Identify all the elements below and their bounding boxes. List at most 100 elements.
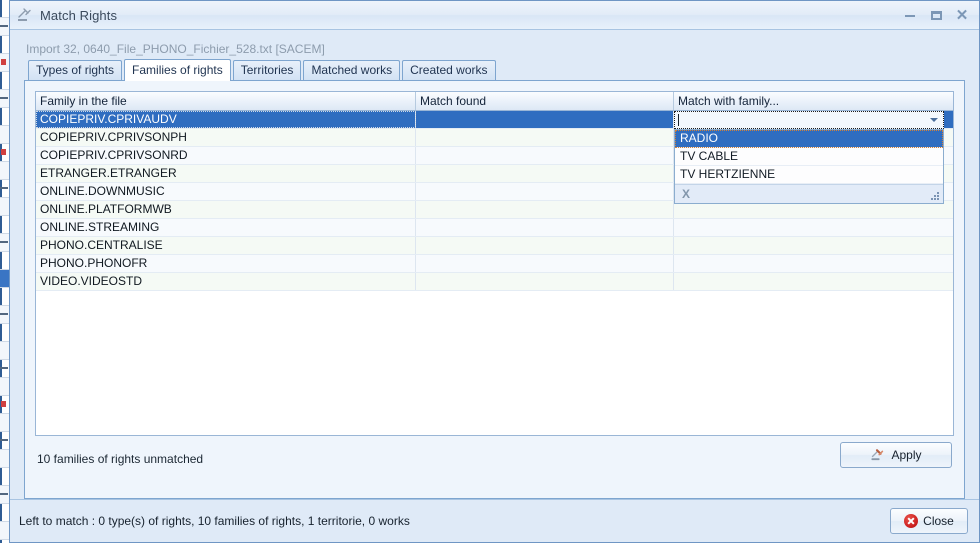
close-button-label: Close — [923, 514, 954, 528]
cell-family: ETRANGER.ETRANGER — [36, 165, 416, 182]
cell-match-found — [416, 219, 674, 236]
maximize-icon — [930, 11, 942, 20]
background-window-row — [0, 288, 9, 306]
background-window-row — [0, 144, 9, 162]
background-window-row — [0, 90, 9, 108]
combobox-dropdown: RADIO TV CABLE TV HERTZIENNE X — [674, 129, 944, 204]
match-rights-window: Match Rights ✕ Import 32, 0640_File_PHON… — [9, 0, 980, 543]
cell-match-found — [416, 273, 674, 290]
cell-match-found — [416, 237, 674, 254]
close-icon: ✕ — [955, 7, 969, 24]
cell-match-found — [416, 201, 674, 218]
background-window-row — [0, 414, 9, 432]
background-window-row — [0, 450, 9, 468]
background-window-row — [0, 486, 9, 504]
apply-button-label: Apply — [891, 448, 922, 462]
resize-grip-icon[interactable] — [929, 190, 939, 200]
cell-match-with-family[interactable] — [674, 273, 953, 290]
background-window-row — [0, 126, 9, 144]
tab-matched-works[interactable]: Matched works — [303, 60, 401, 80]
cell-match-found — [416, 255, 674, 272]
column-header-match-found[interactable]: Match found — [416, 92, 674, 110]
dropdown-option-tv-cable[interactable]: TV CABLE — [675, 148, 943, 166]
cell-family: COPIEPRIV.CPRIVSONRD — [36, 147, 416, 164]
background-window-row — [0, 36, 9, 54]
close-circle-icon — [904, 514, 919, 528]
column-header-family-in-the-file[interactable]: Family in the file — [36, 92, 416, 110]
minimize-icon — [905, 14, 915, 17]
table-row[interactable]: ONLINE.STREAMING — [36, 219, 953, 237]
tab-page-footer: 10 families of rights unmatched Apply — [35, 436, 954, 488]
cell-match-with-family[interactable] — [674, 219, 953, 236]
families-grid: Family in the file Match found Match wit… — [35, 91, 954, 436]
background-window-row — [0, 108, 9, 126]
background-window-row — [0, 432, 9, 450]
maximize-button[interactable] — [923, 5, 949, 27]
title-bar: Match Rights ✕ — [10, 1, 979, 30]
tab-created-works[interactable]: Created works — [402, 60, 496, 80]
background-window-row — [0, 162, 9, 180]
clear-selection-button[interactable]: X — [682, 187, 690, 201]
tab-types-of-rights[interactable]: Types of rights — [28, 60, 123, 80]
background-window-row — [0, 306, 9, 324]
tab-strip: Types of rights Families of rights Terri… — [28, 59, 979, 81]
cell-family: COPIEPRIV.CPRIVSONPH — [36, 129, 416, 146]
table-row[interactable]: VIDEO.VIDEOSTD — [36, 273, 953, 291]
cell-match-with-family[interactable] — [674, 255, 953, 272]
dropdown-footer: X — [675, 184, 943, 203]
cell-match-found — [416, 111, 674, 128]
cell-match-found — [416, 183, 674, 200]
window-controls: ✕ — [897, 1, 975, 30]
cell-family: VIDEO.VIDEOSTD — [36, 273, 416, 290]
cell-family: PHONO.PHONOFR — [36, 255, 416, 272]
window-title: Match Rights — [40, 7, 118, 23]
tab-page-families-of-rights: Family in the file Match found Match wit… — [24, 80, 965, 499]
status-text: Left to match : 0 type(s) of rights, 10 … — [19, 514, 410, 528]
minimize-button[interactable] — [897, 5, 923, 27]
background-window-row — [0, 270, 9, 288]
cell-match-found — [416, 165, 674, 182]
dropdown-option-tv-hertzienne[interactable]: TV HERTZIENNE — [675, 166, 943, 184]
background-window-row — [0, 378, 9, 396]
close-window-button[interactable]: ✕ — [949, 5, 975, 27]
cell-match-with-family[interactable] — [674, 237, 953, 254]
cell-family: ONLINE.PLATFORMWB — [36, 201, 416, 218]
cell-family: PHONO.CENTRALISE — [36, 237, 416, 254]
cell-match-found — [416, 129, 674, 146]
background-window-row — [0, 468, 9, 486]
column-header-match-with-family[interactable]: Match with family... — [674, 92, 953, 110]
apply-button[interactable]: Apply — [840, 442, 952, 468]
cell-match-found — [416, 147, 674, 164]
tab-families-of-rights[interactable]: Families of rights — [124, 59, 231, 81]
gavel-icon — [16, 6, 34, 24]
background-window-row — [0, 54, 9, 72]
background-window-row — [0, 216, 9, 234]
chevron-down-icon[interactable] — [930, 118, 938, 122]
background-window-row — [0, 504, 9, 522]
dropdown-option-radio[interactable]: RADIO — [675, 130, 943, 148]
background-window-row — [0, 252, 9, 270]
cell-family: COPIEPRIV.CPRIVAUDV — [36, 111, 416, 128]
gavel-icon — [870, 447, 886, 463]
unmatched-count-label: 10 families of rights unmatched — [37, 452, 204, 466]
cell-family: ONLINE.STREAMING — [36, 219, 416, 236]
background-window-row — [0, 198, 9, 216]
status-bar: Left to match : 0 type(s) of rights, 10 … — [10, 499, 979, 542]
tab-territories[interactable]: Territories — [232, 60, 302, 80]
background-window-row — [0, 72, 9, 90]
background-window-row — [0, 396, 9, 414]
close-button[interactable]: Close — [890, 508, 968, 534]
background-window-row — [0, 234, 9, 252]
import-label: Import 32, 0640_File_PHONO_Fichier_528.t… — [26, 42, 325, 56]
table-row[interactable]: PHONO.CENTRALISE — [36, 237, 953, 255]
grid-header-row: Family in the file Match found Match wit… — [36, 92, 953, 111]
table-row[interactable]: PHONO.PHONOFR — [36, 255, 953, 273]
text-caret — [678, 114, 679, 126]
background-window-row — [0, 0, 9, 18]
background-window-row — [0, 342, 9, 360]
match-with-family-combobox[interactable] — [674, 111, 944, 129]
background-window-row — [0, 360, 9, 378]
cell-family: ONLINE.DOWNMUSIC — [36, 183, 416, 200]
background-window-row — [0, 18, 9, 36]
background-window-row — [0, 180, 9, 198]
